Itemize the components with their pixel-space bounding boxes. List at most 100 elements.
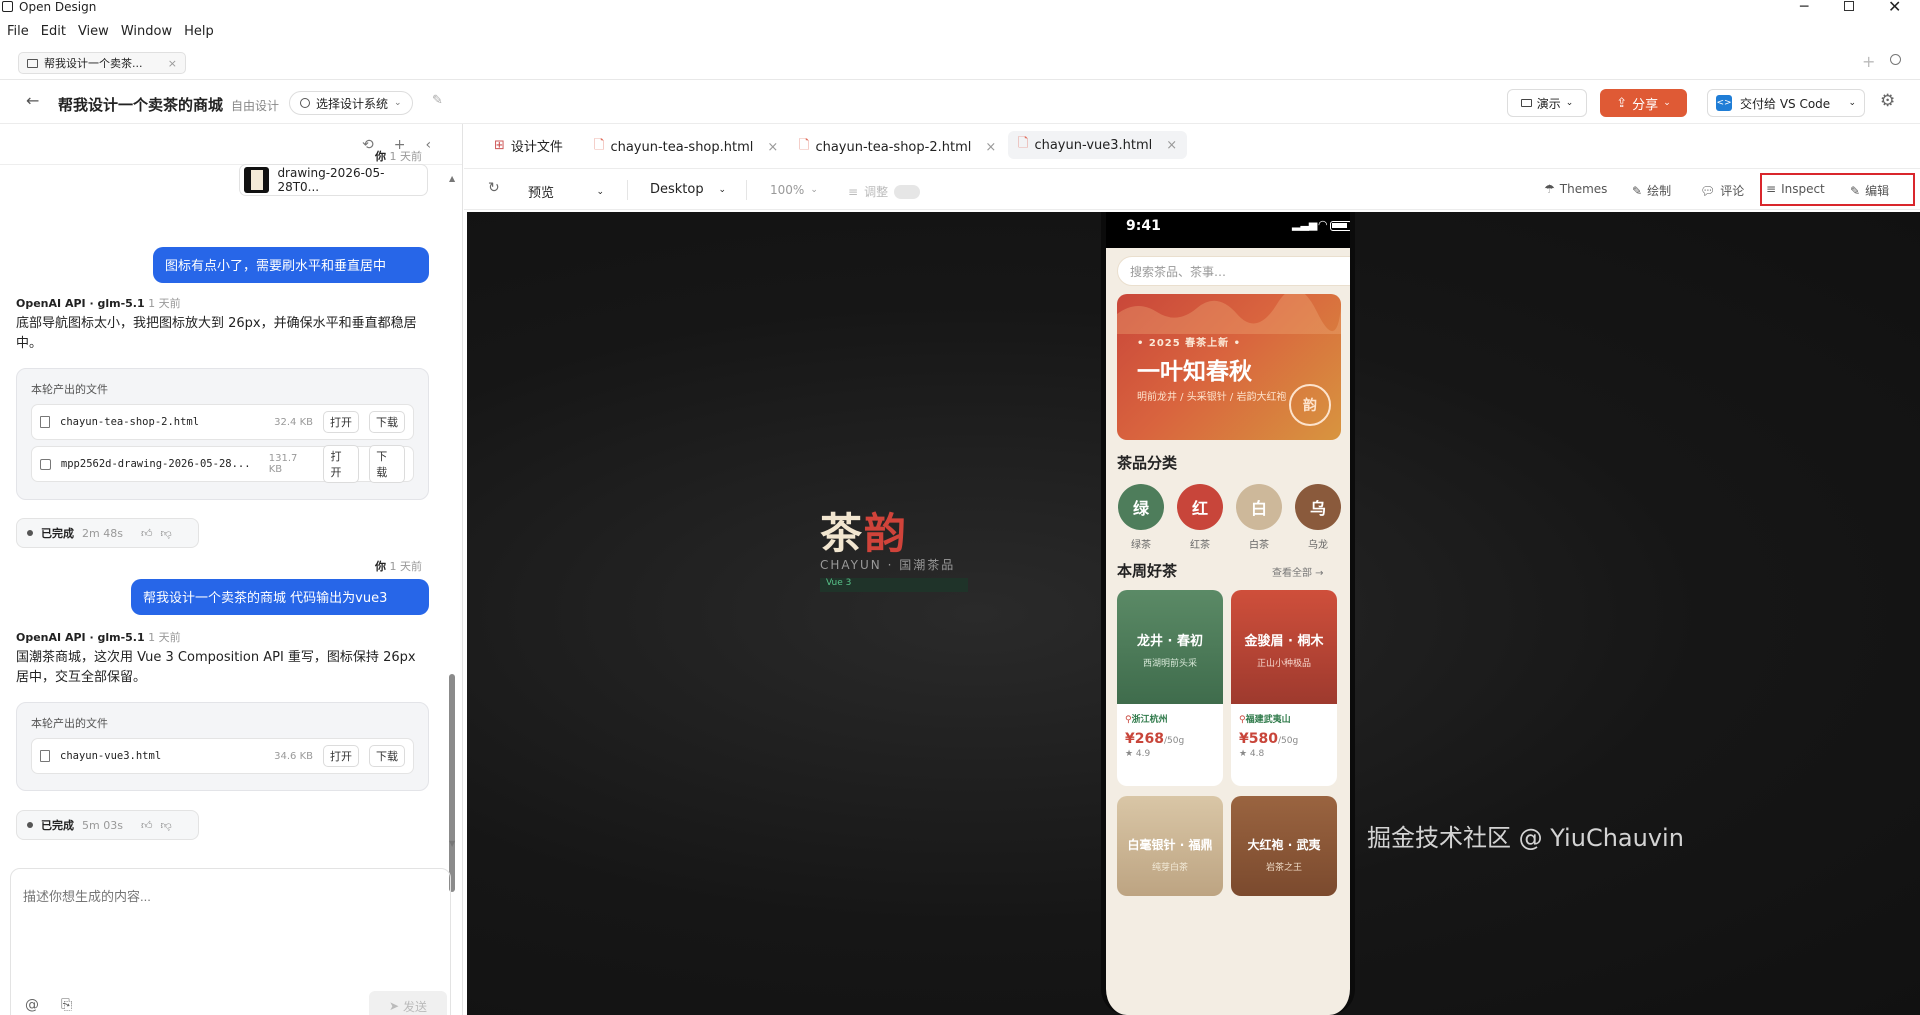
collapse-panel-icon[interactable]: ‹: [425, 137, 431, 153]
product-price: ¥580: [1239, 731, 1278, 747]
product-subtitle: 岩茶之王: [1265, 863, 1302, 873]
signal-icon: ▂▃▅: [1292, 218, 1318, 231]
menu-window[interactable]: Window: [121, 24, 172, 39]
thumbs-up-icon[interactable]: 👍︎: [141, 819, 153, 832]
close-tab-icon[interactable]: ×: [985, 140, 996, 155]
themes-button[interactable]: ☂ Themes: [1544, 182, 1607, 196]
document-tab[interactable]: 帮我设计一个卖茶... ×: [18, 52, 186, 74]
adjust-toggle[interactable]: ≡ 调整: [848, 183, 921, 200]
draw-button[interactable]: ✎ 绘制: [1632, 182, 1671, 199]
edit-title-icon[interactable]: ✎: [432, 93, 443, 108]
product-card[interactable]: 金骏眉 · 桐木 正山小种极品 ⚲福建武夷山 ¥580/50g ★ 4.8: [1231, 590, 1337, 786]
duration-label: 2m 48s: [82, 526, 123, 540]
product-name: 金骏眉 · 桐木: [1244, 634, 1324, 649]
palette-icon: [300, 98, 310, 108]
edit-button[interactable]: ✎ 编辑: [1850, 182, 1889, 199]
category-item[interactable]: 普普洱: [1353, 484, 1355, 551]
send-button[interactable]: ➤ 发送: [369, 991, 447, 1015]
deliver-vscode-button[interactable]: <> 交付给 VS Code ⌄: [1707, 89, 1865, 117]
shop-search-input[interactable]: 搜索茶品、茶事…: [1117, 256, 1350, 286]
brand-char-b: 韵: [864, 509, 909, 558]
pencil-icon: ✎: [1632, 183, 1643, 198]
zoom-select[interactable]: 100% ⌄: [770, 183, 818, 197]
toggle-switch[interactable]: [894, 184, 921, 199]
download-file-button[interactable]: 下载: [369, 445, 406, 483]
promo-banner[interactable]: • 2025 春茶上新 • 一叶知春秋 明前龙井 / 头采银针 / 岩韵大红袍 …: [1117, 294, 1341, 440]
attachment-chip[interactable]: drawing-2026-05-28T0...: [239, 164, 428, 196]
category-label: 红茶: [1190, 540, 1210, 551]
view-mode-select[interactable]: 预览 ⌄: [528, 182, 604, 201]
back-arrow-icon[interactable]: ←: [26, 91, 39, 110]
category-icon: 乌: [1295, 484, 1341, 530]
open-file-button[interactable]: 打开: [323, 445, 360, 483]
scrollbar-thumb[interactable]: [449, 674, 455, 892]
thumbs-up-icon[interactable]: 👍︎: [141, 527, 153, 540]
share-label: 分享: [1632, 97, 1659, 113]
chat-scrollbar[interactable]: ▲ ▼: [449, 174, 455, 892]
pin-icon: ⚲: [1239, 715, 1246, 725]
tab-chayun-tea-shop[interactable]: 🗋 chayun-tea-shop.html ×: [594, 136, 778, 158]
prompt-input[interactable]: [23, 889, 423, 904]
chevron-down-icon: ⌄: [596, 186, 604, 197]
mention-icon[interactable]: @: [25, 997, 39, 1013]
battery-icon: [1330, 221, 1350, 231]
attach-icon[interactable]: ⎘: [61, 997, 72, 1013]
product-unit: /50g: [1277, 736, 1299, 746]
search-icon[interactable]: [1890, 54, 1901, 65]
close-tab-icon[interactable]: ×: [1166, 138, 1177, 153]
category-item[interactable]: 绿绿茶: [1117, 484, 1165, 551]
category-item[interactable]: 乌乌龙: [1294, 484, 1342, 551]
phone-frame: 9:41 ▂▃▅ ◠ 搜索茶品、茶事… • 2025 春茶上新 • 一叶知春秋 …: [1101, 212, 1355, 1015]
reload-icon[interactable]: ↻: [488, 180, 500, 196]
download-file-button[interactable]: 下载: [369, 411, 405, 433]
tab-design-files[interactable]: ⊞ 设计文件: [494, 136, 563, 155]
origin-text: 浙江杭州: [1131, 715, 1168, 725]
product-card[interactable]: 白毫银针 · 福鼎 纯芽白茶: [1117, 796, 1223, 896]
open-file-button[interactable]: 打开: [323, 411, 359, 433]
close-tab-icon[interactable]: ×: [767, 140, 778, 155]
close-tab-icon[interactable]: ×: [168, 57, 177, 70]
tab-chayun-tea-shop-2[interactable]: 🗋 chayun-tea-shop-2.html ×: [799, 136, 996, 158]
present-button[interactable]: 演示 ⌄: [1507, 89, 1587, 117]
history-icon[interactable]: ⟲: [362, 137, 374, 153]
inspect-button[interactable]: ≡ Inspect: [1766, 182, 1825, 196]
product-subtitle: 正山小种极品: [1256, 659, 1311, 669]
thumbs-down-icon[interactable]: 👎︎: [160, 819, 171, 832]
restore-icon[interactable]: [1844, 1, 1854, 11]
upload-icon: ⇪: [1616, 95, 1628, 111]
minimize-icon[interactable]: ─: [1800, 0, 1808, 15]
menu-edit[interactable]: Edit: [41, 24, 66, 39]
category-item[interactable]: 红红茶: [1176, 484, 1224, 551]
file-size: 131.7 KB: [268, 453, 298, 475]
status-dot: [27, 530, 33, 536]
file-size: 32.4 KB: [274, 416, 313, 428]
category-icon: 普: [1354, 484, 1355, 530]
tab-label: chayun-vue3.html: [1034, 137, 1153, 153]
product-card[interactable]: 龙井 · 春初 西湖明前头采 ⚲浙江杭州 ¥268/50g ★ 4.9: [1117, 590, 1223, 786]
design-system-select[interactable]: 选择设计系统 ⌄: [289, 91, 413, 115]
banner-kicker: • 2025 春茶上新 •: [1137, 338, 1242, 349]
banner-title: 一叶知春秋: [1137, 358, 1252, 385]
menu-file[interactable]: File: [7, 24, 29, 39]
settings-gear-icon[interactable]: ⚙: [1880, 91, 1895, 111]
close-window-icon[interactable]: ✕: [1888, 0, 1901, 16]
watermark-text: 掘金技术社区 @ YiuChauvin: [1367, 824, 1684, 852]
chevron-down-icon: ⌄: [1663, 98, 1671, 108]
new-tab-icon[interactable]: +: [1862, 52, 1875, 71]
vue-badge: Vue 3: [820, 578, 968, 592]
thumbs-down-icon[interactable]: 👎︎: [160, 527, 171, 540]
download-file-button[interactable]: 下载: [369, 745, 405, 767]
tab-label: chayun-tea-shop-2.html: [815, 139, 972, 155]
comment-button[interactable]: 💬︎ 评论: [1700, 182, 1744, 199]
menu-view[interactable]: View: [78, 24, 109, 39]
category-icon: 红: [1177, 484, 1223, 530]
status-label: 已完成: [41, 527, 74, 540]
view-all-link[interactable]: 查看全部 →: [1272, 564, 1324, 579]
tab-chayun-vue3[interactable]: 🗋 chayun-vue3.html ×: [1008, 131, 1188, 159]
category-item[interactable]: 白白茶: [1235, 484, 1283, 551]
device-select[interactable]: Desktop ⌄: [650, 182, 726, 197]
open-file-button[interactable]: 打开: [323, 745, 359, 767]
product-card[interactable]: 大红袍 · 武夷 岩茶之王: [1231, 796, 1337, 896]
menu-help[interactable]: Help: [184, 24, 214, 39]
share-button[interactable]: ⇪ 分享 ⌄: [1600, 89, 1687, 117]
